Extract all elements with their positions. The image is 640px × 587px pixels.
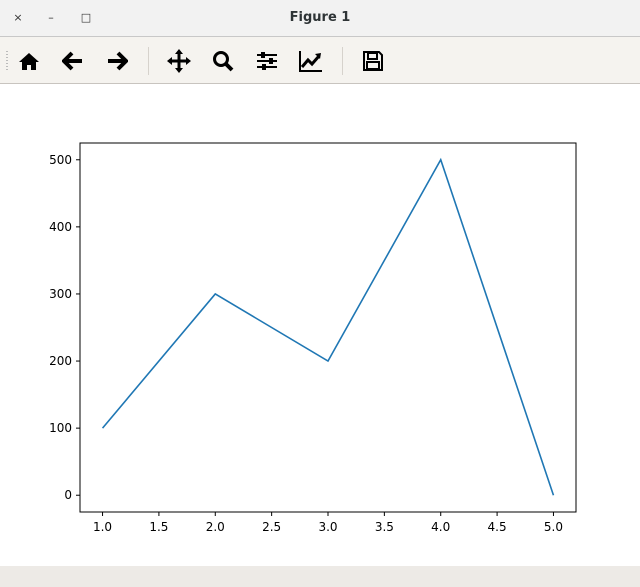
toolbar-grip[interactable] <box>6 51 8 71</box>
figure-canvas[interactable]: 1.0 1.5 2.0 2.5 3.0 3.5 4.0 4.5 5.0 0 100 200 300 400… <box>0 84 640 566</box>
status-bar <box>0 566 640 587</box>
home-button[interactable] <box>16 48 42 74</box>
y-tick-label: 500 <box>49 153 72 167</box>
x-tick-label: 1.0 <box>93 520 112 534</box>
forward-icon <box>108 51 128 71</box>
edit-axes-icon <box>299 51 322 72</box>
y-tick-label: 400 <box>49 220 72 234</box>
y-tick-label: 0 <box>64 488 72 502</box>
toolbar <box>0 37 640 84</box>
x-tick-label: 1.5 <box>149 520 168 534</box>
y-tick-label: 100 <box>49 421 72 435</box>
y-tick-label: 300 <box>49 287 72 301</box>
pan-button[interactable] <box>166 48 192 74</box>
x-tick-label: 2.0 <box>206 520 225 534</box>
zoom-icon <box>213 51 234 72</box>
axes-frame <box>79 142 577 513</box>
title-bar: × – □ Figure 1 <box>0 0 640 37</box>
configure-subplots-icon <box>257 52 277 70</box>
back-icon <box>62 51 82 71</box>
y-tick-label: 200 <box>49 354 72 368</box>
x-tick-label: 2.5 <box>262 520 281 534</box>
back-button[interactable] <box>60 48 86 74</box>
configure-subplots-button[interactable] <box>254 48 280 74</box>
x-tick-label: 4.0 <box>431 520 450 534</box>
pan-icon <box>167 49 191 73</box>
x-tick-label: 4.5 <box>488 520 507 534</box>
x-tick-label: 5.0 <box>544 520 563 534</box>
toolbar-separator <box>342 47 343 75</box>
save-button[interactable] <box>360 48 386 74</box>
forward-button[interactable] <box>104 48 130 74</box>
save-icon <box>363 51 383 71</box>
edit-axes-button[interactable] <box>298 48 324 74</box>
home-icon <box>19 53 39 70</box>
x-tick-label: 3.0 <box>318 520 337 534</box>
plot-svg: 1.0 1.5 2.0 2.5 3.0 3.5 4.0 4.5 5.0 0 100 200 300 400… <box>49 142 577 534</box>
window-title: Figure 1 <box>289 10 351 25</box>
x-tick-label: 3.5 <box>375 520 394 534</box>
toolbar-separator <box>148 47 149 75</box>
zoom-button[interactable] <box>210 48 236 74</box>
